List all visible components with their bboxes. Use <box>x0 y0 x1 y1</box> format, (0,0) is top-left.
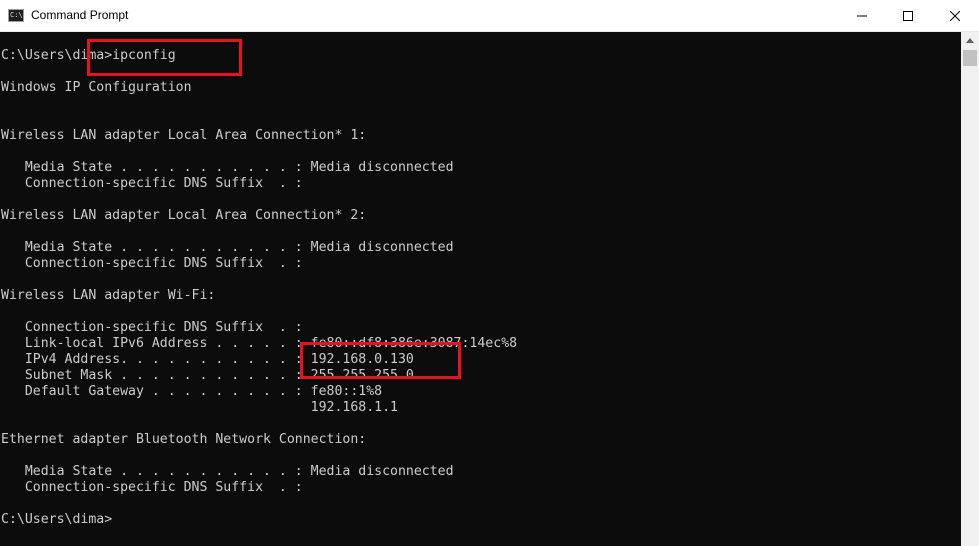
scrollbar-thumb[interactable] <box>963 50 977 66</box>
title-bar[interactable]: C:\ Command Prompt <box>0 0 979 32</box>
console-line: Media State . . . . . . . . . . . : Medi… <box>1 240 454 255</box>
chevron-up-icon <box>966 38 974 43</box>
console-prompt[interactable]: C:\Users\dima> <box>1 512 112 528</box>
console-line: Wireless LAN adapter Wi-Fi: <box>1 288 216 303</box>
console-line: Connection-specific DNS Suffix . : <box>1 480 303 495</box>
window-title: Command Prompt <box>31 8 129 22</box>
command-prompt-icon[interactable]: C:\ <box>8 9 24 22</box>
close-button[interactable] <box>931 0 979 32</box>
console-line: Connection-specific DNS Suffix . : <box>1 176 303 191</box>
console-line: Default Gateway . . . . . . . . . : fe80… <box>1 384 383 399</box>
console-line: Windows IP Configuration <box>1 80 192 95</box>
console-line: 192.168.1.1 <box>1 400 398 415</box>
maximize-button[interactable] <box>885 0 931 32</box>
vertical-scrollbar[interactable] <box>961 32 979 546</box>
console-line: Media State . . . . . . . . . . . : Medi… <box>1 160 454 175</box>
console-line: Ethernet adapter Bluetooth Network Conne… <box>1 432 367 447</box>
ipv4-highlight-box <box>300 342 461 379</box>
minimize-button[interactable] <box>839 0 885 32</box>
console-line: Wireless LAN adapter Local Area Connecti… <box>1 128 367 143</box>
console-line: Media State . . . . . . . . . . . : Medi… <box>1 464 454 479</box>
close-icon <box>950 11 960 21</box>
ipconfig-highlight-box <box>87 39 242 76</box>
console-line: Wireless LAN adapter Local Area Connecti… <box>1 208 367 223</box>
console-line: Connection-specific DNS Suffix . : <box>1 320 303 335</box>
console-output[interactable]: C:\Users\dima>ipconfig Windows IP Config… <box>0 32 961 546</box>
console-line: Connection-specific DNS Suffix . : <box>1 256 303 271</box>
maximize-icon <box>903 11 913 21</box>
scroll-up-button[interactable] <box>961 32 979 49</box>
minimize-icon <box>857 15 867 17</box>
